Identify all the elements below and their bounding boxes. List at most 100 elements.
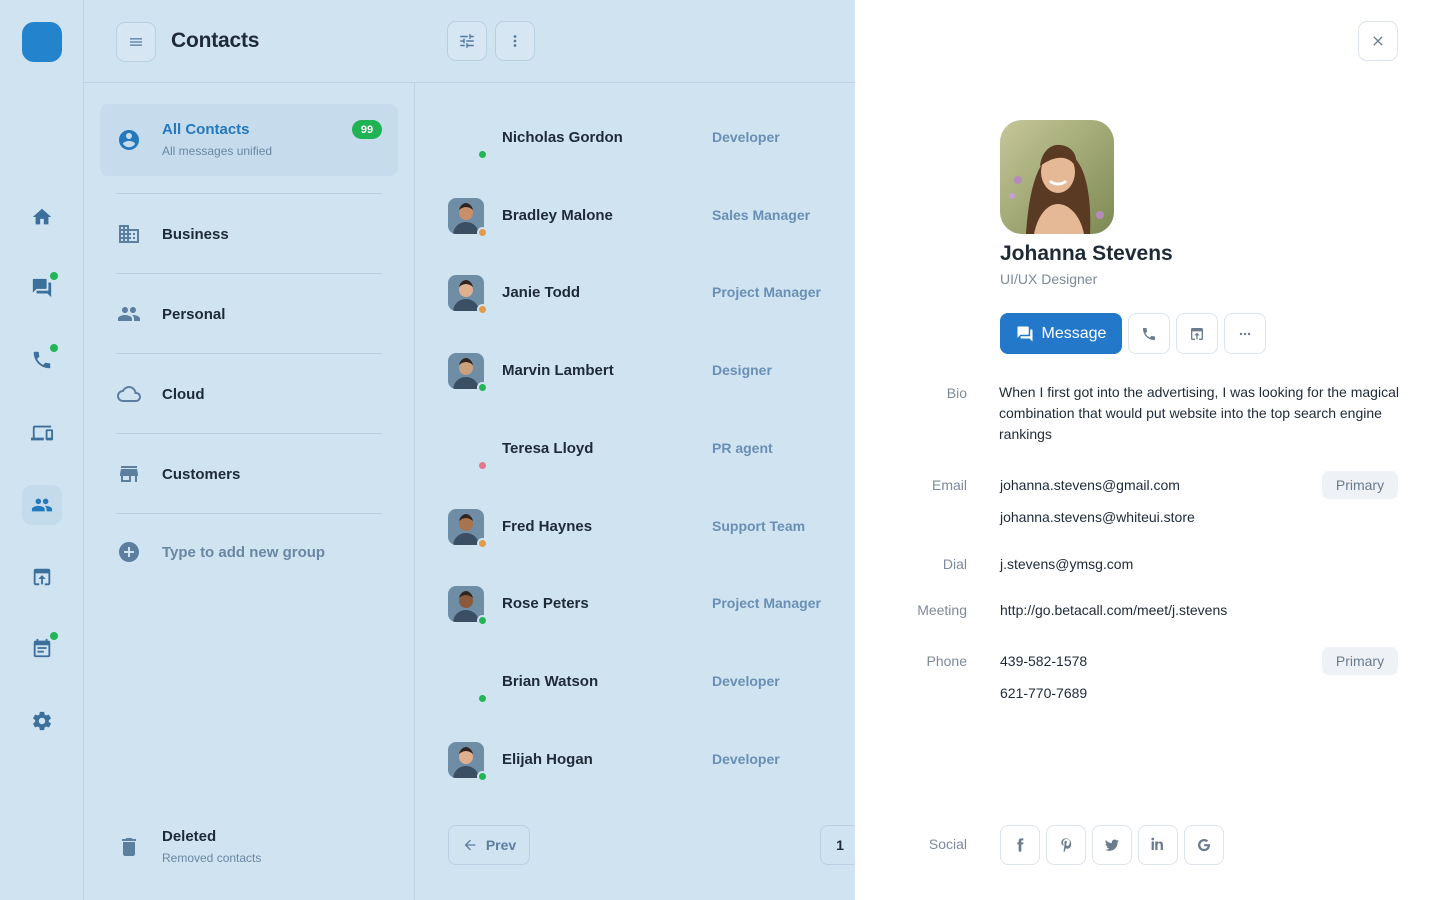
devices-icon <box>31 425 53 441</box>
twitter-button[interactable] <box>1092 825 1132 865</box>
contact-role: PR agent <box>712 440 773 456</box>
divider <box>116 513 382 514</box>
primary-tag: Primary <box>1322 471 1398 499</box>
primary-tag: Primary <box>1322 647 1398 675</box>
unread-dot <box>50 272 58 280</box>
google-icon <box>1198 839 1210 852</box>
contact-detail-panel: Johanna Stevens UI/UX Designer Message B… <box>855 0 1440 900</box>
contact-role: Sales Manager <box>712 207 811 223</box>
contact-row[interactable]: Bradley Malone Sales Manager <box>448 186 854 246</box>
prev-label: Prev <box>485 837 517 853</box>
phone-secondary[interactable]: 621-770-7689 <box>1000 685 1087 701</box>
contact-name: Rose Peters <box>502 595 589 612</box>
divider <box>116 273 382 274</box>
unread-dot <box>50 632 58 640</box>
group-all-contacts[interactable]: All Contacts All messages unified 99 <box>100 104 398 176</box>
contact-row[interactable]: Teresa Lloyd PR agent <box>448 419 854 479</box>
group-deleted[interactable]: Deleted Removed contacts <box>100 810 398 882</box>
more-options-button[interactable] <box>495 21 535 61</box>
building-icon <box>117 222 141 246</box>
meeting-link[interactable]: http://go.betacall.com/meet/j.stevens <box>1000 602 1227 618</box>
google-button[interactable] <box>1184 825 1224 865</box>
contact-row[interactable]: Elijah Hogan Developer <box>448 730 854 790</box>
dial-value[interactable]: j.stevens@ymsg.com <box>1000 556 1133 572</box>
email-primary[interactable]: johanna.stevens@gmail.com <box>1000 477 1180 493</box>
avatar <box>448 742 488 782</box>
avatar <box>448 275 488 315</box>
contact-name: Fred Haynes <box>502 518 593 535</box>
dial-label: Dial <box>942 556 967 572</box>
more-actions-button[interactable] <box>1224 313 1266 354</box>
contacts-icon <box>31 498 53 512</box>
social-label: Social <box>928 836 967 852</box>
avatar <box>448 509 488 549</box>
email-secondary[interactable]: johanna.stevens@whiteui.store <box>1000 509 1195 525</box>
facebook-button[interactable] <box>1000 825 1040 865</box>
contact-row[interactable]: Brian Watson Developer <box>448 652 854 712</box>
rail-chat-button[interactable] <box>22 268 62 308</box>
rail-calls-button[interactable] <box>22 340 62 380</box>
pinterest-icon <box>1061 838 1072 853</box>
avatar <box>448 120 488 160</box>
app-logo[interactable] <box>22 22 62 62</box>
call-button[interactable] <box>1128 313 1170 354</box>
menu-button[interactable] <box>116 22 156 62</box>
contact-row[interactable]: Nicholas Gordon Developer <box>448 108 854 168</box>
linkedin-button[interactable] <box>1138 825 1178 865</box>
contact-name: Teresa Lloyd <box>502 440 594 457</box>
contact-row[interactable]: Rose Peters Project Manager <box>448 574 854 634</box>
avatar <box>448 431 488 471</box>
phone-label: Phone <box>926 653 967 669</box>
app-rail <box>0 0 84 900</box>
phone-primary[interactable]: 439-582-1578 <box>1000 653 1087 669</box>
facebook-icon <box>1017 838 1024 852</box>
group-customers[interactable]: Customers <box>100 438 398 510</box>
phone-icon <box>33 351 51 369</box>
group-business[interactable]: Business <box>100 198 398 270</box>
group-cloud[interactable]: Cloud <box>100 358 398 430</box>
people-icon <box>117 302 141 326</box>
share-screen-button[interactable] <box>1176 313 1218 354</box>
rail-home-button[interactable] <box>22 197 62 237</box>
message-button[interactable]: Message <box>1000 313 1122 354</box>
bio-text: When I first got into the advertising, I… <box>999 384 1399 442</box>
rail-contacts-button[interactable] <box>22 485 62 525</box>
rail-share-button[interactable] <box>22 557 62 597</box>
rail-settings-button[interactable] <box>22 701 62 741</box>
status-dot-online <box>477 615 488 626</box>
contact-name: Janie Todd <box>502 284 581 301</box>
page-title: Contacts <box>171 29 260 52</box>
contact-row[interactable]: Fred Haynes Support Team <box>448 497 854 557</box>
prev-page-button[interactable]: Prev <box>448 825 530 865</box>
close-button[interactable] <box>1358 21 1398 61</box>
share-screen-icon <box>1191 327 1203 340</box>
contact-row[interactable]: Marvin Lambert Designer <box>448 341 854 401</box>
rail-devices-button[interactable] <box>22 413 62 453</box>
avatar <box>448 353 488 393</box>
add-group-input[interactable]: Type to add new group <box>100 516 398 588</box>
page-number-button[interactable]: 1 <box>820 825 860 865</box>
group-label: Deleted <box>162 828 217 845</box>
pinterest-button[interactable] <box>1046 825 1086 865</box>
rail-calendar-button[interactable] <box>22 628 62 668</box>
more-vertical-icon <box>513 35 517 47</box>
status-dot-away <box>477 227 488 238</box>
message-label: Message <box>1041 324 1107 342</box>
status-dot-online <box>477 693 488 704</box>
gear-icon <box>33 711 51 731</box>
avatar <box>448 198 488 238</box>
profile-name: Johanna Stevens <box>1000 242 1173 265</box>
bio-label: Bio <box>946 385 967 401</box>
add-circle-icon <box>117 540 141 564</box>
contact-role: Developer <box>712 751 780 767</box>
group-label: Cloud <box>162 386 205 403</box>
contact-row[interactable]: Janie Todd Project Manager <box>448 263 854 323</box>
arrow-left-icon <box>464 839 476 851</box>
divider <box>116 433 382 434</box>
filter-button[interactable] <box>447 21 487 61</box>
group-personal[interactable]: Personal <box>100 278 398 350</box>
share-screen-icon <box>33 568 51 586</box>
sliders-icon <box>460 34 474 48</box>
count-badge: 99 <box>352 120 382 139</box>
group-subtitle: Removed contacts <box>162 851 262 865</box>
